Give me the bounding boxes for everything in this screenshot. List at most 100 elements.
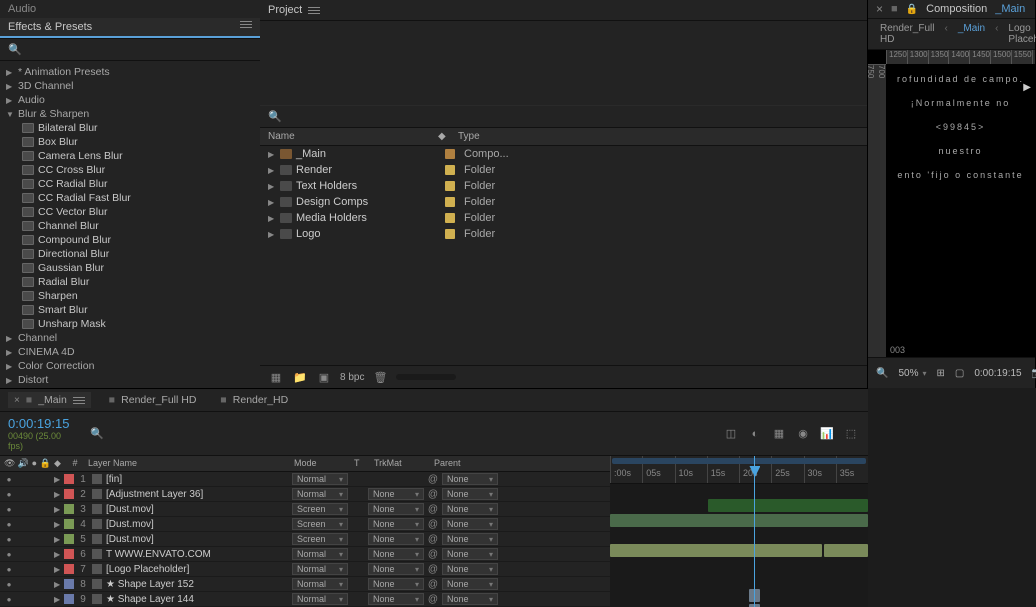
visibility-toggle[interactable]: ● xyxy=(4,474,14,484)
parent-dropdown[interactable]: None▾ xyxy=(442,578,498,590)
mode-dropdown[interactable]: Screen▾ xyxy=(292,533,348,545)
trk-header[interactable]: TrkMat xyxy=(374,458,434,469)
layer-name[interactable]: [Logo Placeholder] xyxy=(92,564,292,575)
effect-item[interactable]: Bilateral Blur xyxy=(0,121,260,135)
layer-name[interactable]: [Adjustment Layer 36] xyxy=(92,489,292,500)
layer-row[interactable]: ● ▶ 7 [Logo Placeholder] Normal▾ None▾ @… xyxy=(0,562,610,577)
layer-name[interactable]: [Dust.mov] xyxy=(92,519,292,530)
effect-item[interactable]: Smart Blur xyxy=(0,303,260,317)
pickwhip-icon[interactable]: @ xyxy=(424,519,442,530)
track-area[interactable]: :00s05s10s15s20s25s30s35s xyxy=(610,456,868,607)
effect-item[interactable]: CC Radial Blur xyxy=(0,177,260,191)
effect-category[interactable]: ▶CINEMA 4D xyxy=(0,345,260,359)
parent-dropdown[interactable]: None▾ xyxy=(442,548,498,560)
pickwhip-icon[interactable]: @ xyxy=(424,594,442,605)
effect-item[interactable]: Camera Lens Blur xyxy=(0,149,260,163)
disclosure-icon[interactable]: ▶ xyxy=(268,182,276,191)
close-tab-icon[interactable]: × xyxy=(876,2,883,16)
disclosure-icon[interactable]: ▶ xyxy=(54,475,64,484)
tab-effects-presets[interactable]: Effects & Presets xyxy=(0,18,260,38)
zoom-dropdown[interactable]: 50%▾ xyxy=(898,368,926,379)
disclosure-icon[interactable]: ▶ xyxy=(6,376,14,385)
project-search[interactable]: 🔍 xyxy=(260,105,867,128)
timeline-search[interactable]: 🔍 xyxy=(82,412,714,455)
trkmat-dropdown[interactable]: None▾ xyxy=(368,488,424,500)
parent-header[interactable]: Parent xyxy=(434,458,494,469)
track-bar[interactable] xyxy=(610,544,822,557)
disclosure-icon[interactable]: ▶ xyxy=(268,198,276,207)
effect-category[interactable]: ▶Audio xyxy=(0,93,260,107)
pickwhip-icon[interactable]: @ xyxy=(424,504,442,515)
trkmat-dropdown[interactable]: None▾ xyxy=(368,533,424,545)
disclosure-icon[interactable]: ▶ xyxy=(54,580,64,589)
effect-item[interactable]: Channel Blur xyxy=(0,219,260,233)
layer-color[interactable] xyxy=(64,519,74,529)
effect-item[interactable]: CC Vector Blur xyxy=(0,205,260,219)
brainstorm-icon[interactable]: ⬚ xyxy=(844,427,858,440)
disclosure-icon[interactable]: ▶ xyxy=(268,214,276,223)
effects-search[interactable]: 🔍 xyxy=(0,39,260,61)
layer-row[interactable]: ● ▶ 5 [Dust.mov] Screen▾ None▾ @ None▾ xyxy=(0,532,610,547)
grid-icon[interactable]: ⊞ xyxy=(936,366,944,380)
comp-new-icon[interactable]: ▣ xyxy=(316,370,332,384)
layer-row[interactable]: ● ▶ 3 [Dust.mov] Screen▾ None▾ @ None▾ xyxy=(0,502,610,517)
disclosure-icon[interactable]: ▶ xyxy=(54,505,64,514)
layer-name[interactable]: T WWW.ENVATO.COM xyxy=(92,549,292,560)
trkmat-dropdown[interactable]: None▾ xyxy=(368,593,424,605)
timeline-tab[interactable]: ×■_Main xyxy=(8,392,91,408)
motion-blur-icon[interactable]: ◉ xyxy=(796,427,810,440)
parent-dropdown[interactable]: None▾ xyxy=(442,473,498,485)
disclosure-icon[interactable]: ▶ xyxy=(54,550,64,559)
project-item[interactable]: ▶ _Main Compo... xyxy=(260,146,867,162)
tag-color[interactable] xyxy=(445,213,455,223)
effect-item[interactable]: Radial Blur xyxy=(0,275,260,289)
comp-tab-name[interactable]: _Main xyxy=(995,3,1025,15)
effect-category[interactable]: ▼Blur & Sharpen xyxy=(0,107,260,121)
layer-color[interactable] xyxy=(64,549,74,559)
layer-name[interactable]: [Dust.mov] xyxy=(92,504,292,515)
visibility-toggle[interactable]: ● xyxy=(4,594,14,604)
mode-dropdown[interactable]: Normal▾ xyxy=(292,563,348,575)
disclosure-icon[interactable]: ▶ xyxy=(6,96,14,105)
time-ruler[interactable]: :00s05s10s15s20s25s30s35s xyxy=(610,456,868,484)
parent-dropdown[interactable]: None▾ xyxy=(442,563,498,575)
disclosure-icon[interactable]: ▶ xyxy=(54,520,64,529)
col-type[interactable]: Type xyxy=(458,131,859,142)
layer-color[interactable] xyxy=(64,564,74,574)
effect-item[interactable]: Compound Blur xyxy=(0,233,260,247)
comp-mini-icon[interactable]: ◫ xyxy=(724,427,738,440)
trkmat-dropdown[interactable]: None▾ xyxy=(368,548,424,560)
visibility-toggle[interactable]: ● xyxy=(4,519,14,529)
timecode[interactable]: 0:00:19:15 xyxy=(8,416,74,431)
pickwhip-icon[interactable]: @ xyxy=(424,579,442,590)
name-header[interactable]: Layer Name xyxy=(84,458,294,469)
mode-dropdown[interactable]: Normal▾ xyxy=(292,488,348,500)
viewer[interactable]: 1250130013501400145015001550160016501700… xyxy=(868,50,1035,357)
play-icon[interactable]: ▶ xyxy=(1023,82,1031,93)
canvas[interactable]: ▶ rofundidad de campo.¡Normalmente no<99… xyxy=(886,64,1035,357)
project-item[interactable]: ▶ Render Folder xyxy=(260,162,867,178)
disclosure-icon[interactable]: ▶ xyxy=(6,362,14,371)
visibility-toggle[interactable]: ● xyxy=(4,489,14,499)
pickwhip-icon[interactable]: @ xyxy=(424,549,442,560)
layer-color[interactable] xyxy=(64,474,74,484)
tag-color[interactable] xyxy=(445,229,455,239)
effect-item[interactable]: CC Radial Fast Blur xyxy=(0,191,260,205)
visibility-toggle[interactable]: ● xyxy=(4,579,14,589)
col-name[interactable]: Name xyxy=(268,131,438,142)
layer-name[interactable]: [fin] xyxy=(92,474,292,485)
mode-header[interactable]: Mode xyxy=(294,458,354,469)
disclosure-icon[interactable]: ▶ xyxy=(54,535,64,544)
effect-item[interactable]: Directional Blur xyxy=(0,247,260,261)
playhead[interactable] xyxy=(754,456,755,607)
layer-name[interactable]: [Dust.mov] xyxy=(92,534,292,545)
folder-new-icon[interactable]: 📁 xyxy=(292,370,308,384)
disclosure-icon[interactable]: ▶ xyxy=(6,82,14,91)
effect-category[interactable]: ▶Distort xyxy=(0,373,260,387)
num-header[interactable]: # xyxy=(66,458,84,469)
zoom-slider[interactable] xyxy=(396,374,456,380)
mode-dropdown[interactable]: Normal▾ xyxy=(292,548,348,560)
trkmat-dropdown[interactable]: None▾ xyxy=(368,578,424,590)
project-item[interactable]: ▶ Media Holders Folder xyxy=(260,210,867,226)
parent-dropdown[interactable]: None▾ xyxy=(442,518,498,530)
